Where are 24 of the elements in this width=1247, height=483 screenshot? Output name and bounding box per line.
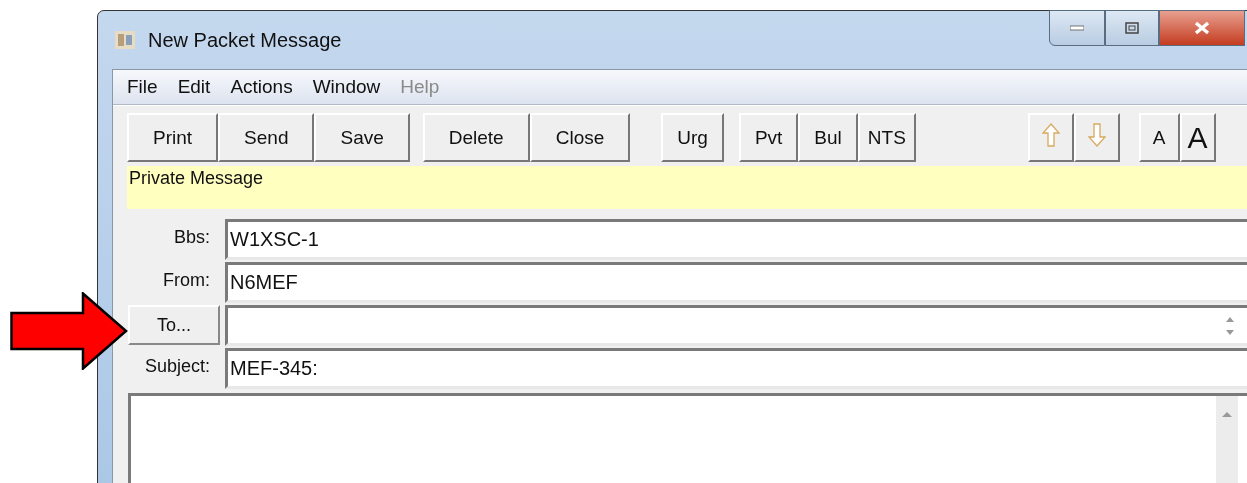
input-field[interactable]: N6MEF bbox=[225, 262, 1247, 303]
toolbar-button[interactable]: A bbox=[1179, 113, 1216, 162]
toolbar-button[interactable]: NTS bbox=[857, 113, 916, 162]
toolbar-button[interactable]: A bbox=[1138, 113, 1180, 162]
toolbar-button[interactable]: Print bbox=[127, 113, 219, 162]
toolbar-button[interactable]: Save bbox=[314, 113, 410, 162]
menu-item[interactable]: Edit bbox=[167, 76, 221, 98]
menu-item[interactable]: Actions bbox=[220, 76, 303, 98]
message-type-banner: Private Message bbox=[127, 166, 1247, 209]
input-field[interactable]: MEF-345: bbox=[225, 348, 1247, 389]
field-label: From: bbox=[162, 269, 210, 292]
menu-item[interactable]: Window bbox=[302, 76, 391, 98]
toolbar-button[interactable]: Close bbox=[529, 113, 631, 162]
toolbar-button[interactable]: Bul bbox=[798, 113, 858, 162]
toolbar-button[interactable]: Delete bbox=[422, 113, 530, 162]
field-label: Bbs: bbox=[172, 226, 210, 249]
toolbar-button[interactable]: Pvt bbox=[738, 113, 799, 162]
toolbar-button[interactable]: Urg bbox=[661, 113, 724, 162]
menu-item[interactable]: File bbox=[117, 76, 168, 98]
field-label: Subject: bbox=[143, 355, 210, 378]
input-field[interactable]: W1XSC-1 bbox=[225, 219, 1247, 260]
toolbar-button[interactable]: Send bbox=[218, 113, 315, 162]
window-title: New Packet Message bbox=[148, 28, 342, 52]
to-button[interactable]: To... bbox=[128, 305, 220, 345]
